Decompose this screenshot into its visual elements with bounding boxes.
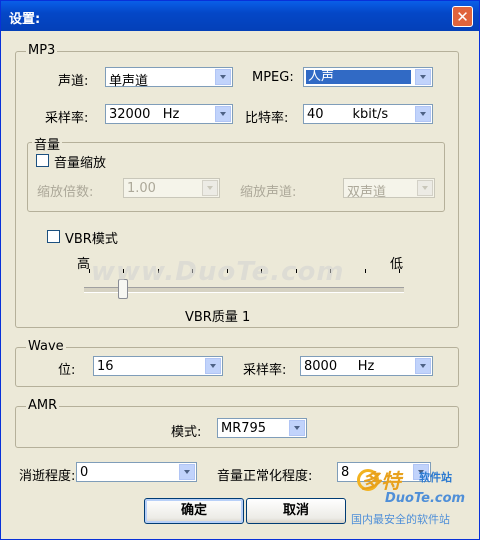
watermark-text: www.DuoTe.com [91,257,345,287]
bits-label: 位: [58,363,76,378]
vbr-slider-track[interactable] [84,287,404,293]
channel-label: 声道: [58,74,89,89]
amr-legend: AMR [26,398,60,413]
bitrate-value: 40 kbit/s [307,107,389,122]
channel-value: 单声道 [109,74,149,89]
chevron-down-icon[interactable] [202,180,218,196]
mpeg-label: MPEG: [252,70,294,85]
chevron-down-icon[interactable] [289,420,305,436]
mp3-legend: MP3 [26,43,58,58]
volume-scale-label[interactable]: 音量缩放 [54,152,106,171]
window-title: 设置: [9,12,41,27]
amr-mode-value: MR795 [221,421,267,436]
vbr-checkbox[interactable] [47,230,60,243]
logo-sub: 国内最安全的软件站 [351,513,450,526]
scale-channel-select[interactable]: 双声道 [343,178,435,200]
logo-cn: 多特 [361,469,401,493]
logo-en: DuoTe.com [385,491,466,506]
bits-value: 16 [97,359,114,374]
title-bar[interactable]: 设置: ✕ [1,1,479,31]
cancel-button[interactable]: 取消 [246,498,346,524]
volume-legend: 音量 [32,134,63,153]
normalize-label: 音量正常化程度: [217,469,313,484]
scale-channel-label: 缩放声道: [240,185,297,200]
chevron-down-icon[interactable] [417,180,433,196]
mpeg-select[interactable]: 人声 [303,67,433,87]
chevron-down-icon[interactable] [179,464,195,480]
fade-select[interactable]: 0 [76,462,197,482]
chevron-down-icon[interactable] [415,358,431,374]
amr-mode-label: 模式: [171,425,202,440]
vbr-label[interactable]: VBR模式 [65,228,118,247]
vbr-tick [399,269,400,273]
chevron-down-icon[interactable] [215,106,231,122]
ok-button[interactable]: 确定 [144,498,244,524]
factor-value: 1.00 [127,181,156,196]
chevron-down-icon[interactable] [205,358,221,374]
bitrate-select[interactable]: 40 kbit/s [303,104,433,124]
volume-scale-checkbox[interactable] [36,154,49,167]
bits-select[interactable]: 16 [93,356,223,376]
bitrate-label: 比特率: [245,111,289,126]
settings-dialog: 设置: ✕ MP3 声道: 单声道 MPEG: 人声 采样率: 32000 Hz… [0,0,480,540]
close-icon: ✕ [456,8,469,26]
wave-legend: Wave [26,339,66,354]
fade-label: 消逝程度: [19,469,76,484]
factor-select[interactable]: 1.00 [123,178,220,198]
wave-samplerate-select[interactable]: 8000 Hz [300,356,433,376]
samplerate-label: 采样率: [45,111,89,126]
normalize-value: 8 [341,465,350,480]
fade-value: 0 [80,465,89,480]
channel-select[interactable]: 单声道 [105,67,233,89]
logo-cn2: 软件站 [419,471,452,484]
close-button[interactable]: ✕ [452,6,473,27]
chevron-down-icon[interactable] [415,106,431,122]
factor-label: 缩放倍数: [37,185,94,200]
wave-samplerate-label: 采样率: [243,363,287,378]
vbr-tick [89,269,90,273]
vbr-quality-label: VBR质量 1 [185,310,251,325]
mpeg-value: 人声 [306,70,411,84]
amr-mode-select[interactable]: MR795 [217,418,307,438]
chevron-down-icon[interactable] [415,69,431,85]
vbr-tick [364,269,366,273]
samplerate-select[interactable]: 32000 Hz [105,104,233,124]
chevron-down-icon[interactable] [215,69,231,85]
samplerate-value: 32000 Hz [109,107,180,122]
scale-channel-value: 双声道 [347,185,387,200]
vbr-low-label: 低 [390,257,404,272]
wave-samplerate-value: 8000 Hz [304,359,375,374]
